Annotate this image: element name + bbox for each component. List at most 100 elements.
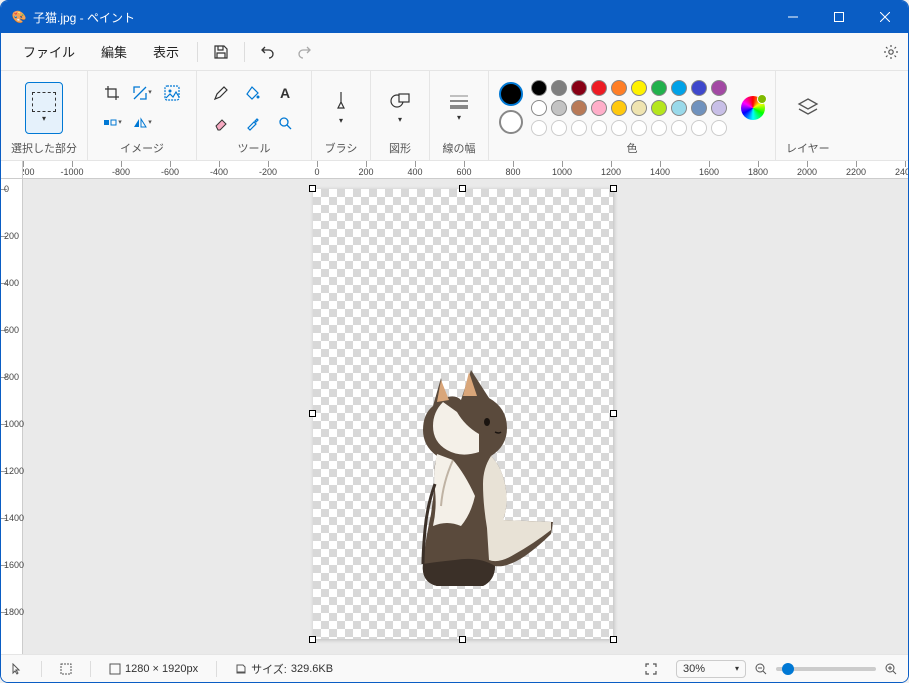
cursor-position <box>11 663 23 675</box>
color-swatch[interactable] <box>651 120 667 136</box>
ruler-corner <box>1 161 23 179</box>
color-swatch[interactable] <box>671 120 687 136</box>
maximize-button[interactable] <box>816 1 862 33</box>
menu-edit[interactable]: 編集 <box>89 36 139 67</box>
selection-handle[interactable] <box>610 636 617 643</box>
color-swatch[interactable] <box>711 100 727 116</box>
pencil-tool[interactable] <box>207 79 235 107</box>
flip-button[interactable]: ▾ <box>128 109 156 137</box>
zoom-in-button[interactable] <box>884 662 898 676</box>
title-bar: 🎨 子猫.jpg - ペイント <box>1 1 908 33</box>
linewidth-tool[interactable]: ▾ <box>440 82 478 134</box>
selection-size <box>60 663 72 675</box>
color-swatch[interactable] <box>631 100 647 116</box>
color-swatch[interactable] <box>571 120 587 136</box>
group-selection-label: 選択した部分 <box>11 140 77 160</box>
color-swatch[interactable] <box>591 120 607 136</box>
color-swatch[interactable] <box>611 80 627 96</box>
svg-text:A: A <box>280 85 290 101</box>
color-swatch[interactable] <box>611 100 627 116</box>
color-swatch[interactable] <box>531 120 547 136</box>
brush-tool[interactable]: ▾ <box>322 82 360 134</box>
ribbon: ▾ 選択した部分 ▾ ▾ ▾ イメージ <box>1 71 908 161</box>
color-swatch[interactable] <box>631 80 647 96</box>
ruler-horizontal: -1200-1000-800-600-400-20002004006008001… <box>1 161 908 179</box>
color-palette <box>531 80 727 136</box>
group-image-label: イメージ <box>120 140 164 160</box>
group-brush-label: ブラシ <box>325 140 358 160</box>
selection-handle[interactable] <box>459 185 466 192</box>
redo-button[interactable] <box>287 37 321 67</box>
group-linewidth-label: 線の幅 <box>443 140 476 160</box>
shapes-tool[interactable]: ▾ <box>381 82 419 134</box>
canvas-image <box>383 364 563 594</box>
selection-handle[interactable] <box>610 410 617 417</box>
color-swatch[interactable] <box>691 80 707 96</box>
color-swatch[interactable] <box>691 100 707 116</box>
color-swatch[interactable] <box>551 80 567 96</box>
menu-bar: ファイル 編集 表示 <box>1 33 908 71</box>
save-button[interactable] <box>204 37 238 67</box>
color-swatch[interactable] <box>591 100 607 116</box>
group-selection: ▾ 選択した部分 <box>1 71 88 160</box>
selection-tool[interactable]: ▾ <box>25 82 63 134</box>
selection-handle[interactable] <box>309 636 316 643</box>
app-icon: 🎨 <box>11 9 27 25</box>
zoom-slider[interactable] <box>776 667 876 671</box>
canvas-dimensions: 1280 × 1920px <box>109 663 198 675</box>
color-swatch[interactable] <box>571 80 587 96</box>
resize-button[interactable]: ▾ <box>128 79 156 107</box>
group-layers: レイヤー <box>776 71 840 160</box>
status-bar: 1280 × 1920px サイズ: 329.6KB 30%▾ <box>1 654 908 682</box>
crop-button[interactable] <box>98 79 126 107</box>
color-swatch[interactable] <box>571 100 587 116</box>
color-swatch[interactable] <box>711 80 727 96</box>
edit-colors-button[interactable] <box>741 96 765 120</box>
canvas-area[interactable] <box>23 179 908 654</box>
menu-file[interactable]: ファイル <box>11 36 87 67</box>
color-swatch[interactable] <box>611 120 627 136</box>
background-color[interactable] <box>499 110 523 134</box>
color-swatch[interactable] <box>551 120 567 136</box>
color-swatch[interactable] <box>651 100 667 116</box>
color-swatch[interactable] <box>651 80 667 96</box>
color-selector[interactable] <box>499 82 523 134</box>
layers-button[interactable] <box>789 82 827 134</box>
canvas[interactable] <box>313 189 613 639</box>
eraser-tool[interactable] <box>207 109 235 137</box>
fill-tool[interactable] <box>239 79 267 107</box>
selection-handle[interactable] <box>309 185 316 192</box>
undo-button[interactable] <box>251 37 285 67</box>
close-button[interactable] <box>862 1 908 33</box>
color-swatch[interactable] <box>531 80 547 96</box>
minimize-button[interactable] <box>770 1 816 33</box>
selection-handle[interactable] <box>610 185 617 192</box>
text-tool[interactable]: A <box>271 79 299 107</box>
color-swatch[interactable] <box>711 120 727 136</box>
magnifier-tool[interactable] <box>271 109 299 137</box>
color-swatch[interactable] <box>631 120 647 136</box>
zoom-select[interactable]: 30%▾ <box>676 660 746 678</box>
group-tools-label: ツール <box>238 140 271 160</box>
group-brush: ▾ ブラシ <box>312 71 371 160</box>
menu-view[interactable]: 表示 <box>141 36 191 67</box>
color-swatch[interactable] <box>671 100 687 116</box>
selection-handle[interactable] <box>309 410 316 417</box>
group-layers-label: レイヤー <box>786 140 830 160</box>
color-swatch[interactable] <box>691 120 707 136</box>
color-swatch[interactable] <box>551 100 567 116</box>
selection-handle[interactable] <box>459 636 466 643</box>
zoom-out-button[interactable] <box>754 662 768 676</box>
color-swatch[interactable] <box>591 80 607 96</box>
color-swatch[interactable] <box>671 80 687 96</box>
image-tool-button[interactable] <box>158 79 186 107</box>
rotate-button[interactable]: ▾ <box>98 109 126 137</box>
workspace[interactable]: -1200-1000-800-600-400-20002004006008001… <box>1 161 908 654</box>
settings-button[interactable] <box>874 37 908 67</box>
file-size: サイズ: 329.6KB <box>235 661 333 677</box>
eyedropper-tool[interactable] <box>239 109 267 137</box>
fit-screen-button[interactable] <box>644 662 658 676</box>
color-swatch[interactable] <box>531 100 547 116</box>
foreground-color[interactable] <box>499 82 523 106</box>
group-image: ▾ ▾ ▾ イメージ <box>88 71 197 160</box>
